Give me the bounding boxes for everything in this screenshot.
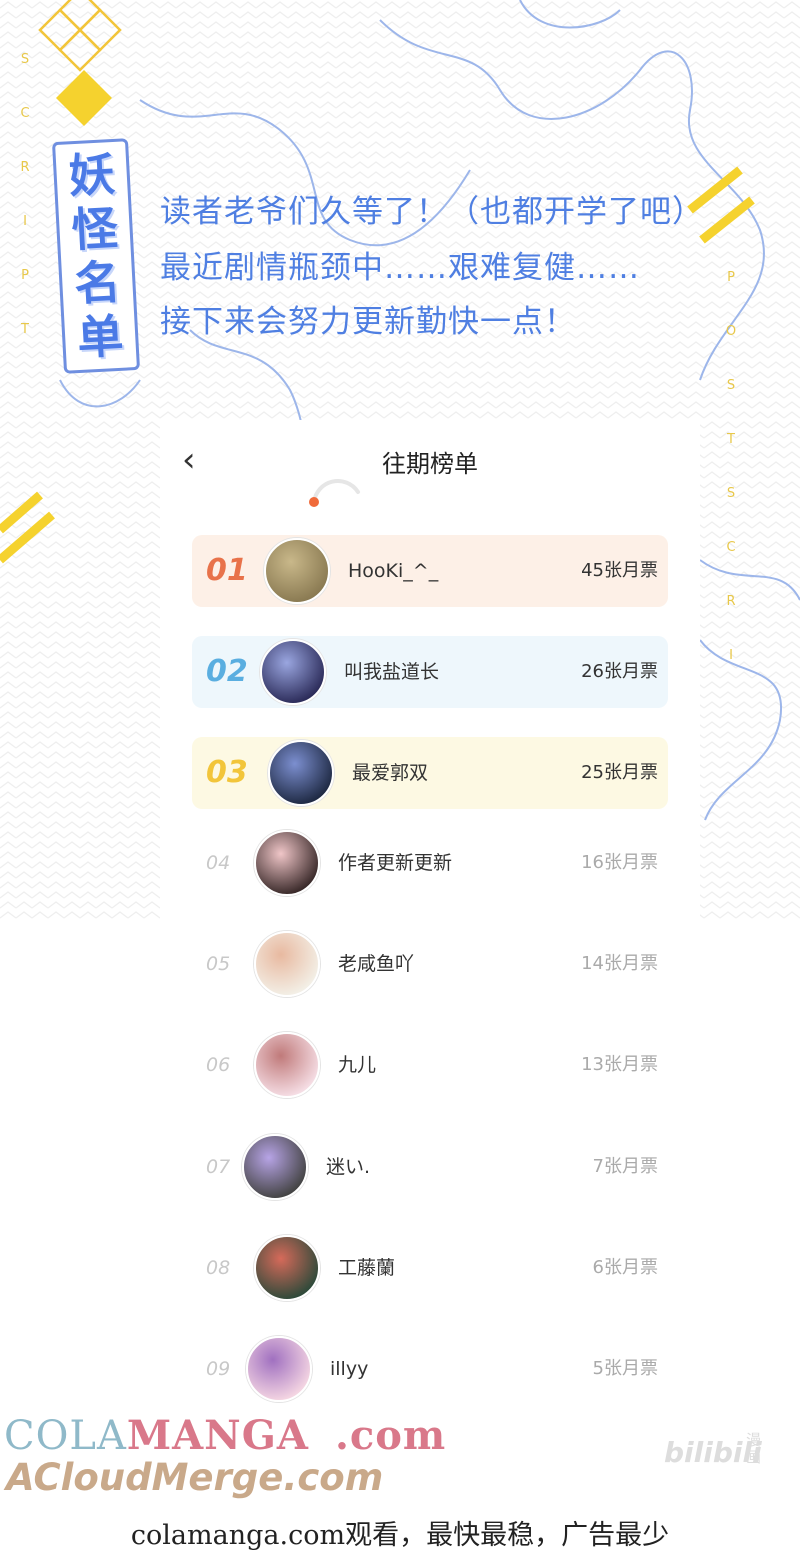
ranking-row[interactable]: 04 作者更新更新 16张月票 (192, 827, 668, 899)
title-badge: 妖 怪 名 单 (51, 138, 141, 374)
avatar[interactable] (254, 1032, 320, 1098)
user-name[interactable]: HooKi_^_ (348, 535, 438, 607)
user-name[interactable]: 最爱郭双 (352, 737, 428, 809)
page-title: 往期榜单 (382, 450, 478, 478)
rank-number: 08 (206, 1257, 231, 1279)
intro-line-1: 读者老爷们久等了！（也都开学了吧） (160, 194, 704, 230)
side-letter: S (20, 52, 32, 67)
vote-count: 25张月票 (581, 762, 658, 783)
side-letter: C (20, 106, 32, 121)
ranking-row[interactable]: 09 illyy 5张月票 (192, 1333, 668, 1405)
user-name[interactable]: 作者更新更新 (338, 827, 452, 899)
rank-number: 06 (206, 1054, 231, 1076)
side-letter: O (725, 324, 739, 339)
watermark-part: MANGA (126, 1412, 309, 1459)
vote-count: 16张月票 (581, 852, 658, 873)
badge-char: 妖 (67, 146, 117, 204)
avatar[interactable] (246, 1336, 312, 1402)
avatar[interactable] (254, 931, 320, 997)
side-letters-left: S C R I P T (16, 52, 36, 376)
rank-number: 04 (206, 852, 231, 874)
loading-spinner-icon (309, 478, 360, 507)
ranking-row[interactable]: 06 九儿 13张月票 (192, 1029, 668, 1101)
avatar[interactable] (242, 1134, 308, 1200)
vote-count: 14张月票 (581, 953, 658, 974)
side-letter: I (729, 648, 735, 663)
vote-count: 26张月票 (581, 661, 658, 682)
side-letter: R (20, 160, 32, 175)
badge-char: 单 (75, 308, 125, 366)
side-letter: P (727, 270, 737, 285)
vote-count: 13张月票 (581, 1054, 658, 1075)
footer-text: colamanga.com观看，最快最稳，广告最少 (130, 1520, 670, 1551)
rank-number: 09 (206, 1358, 231, 1380)
ranking-row[interactable]: 03 最爱郭双 25张月票 (192, 737, 668, 809)
watermark-manhua: 漫画 (746, 1431, 762, 1466)
side-letter: C (726, 540, 738, 555)
ranking-row[interactable]: 07 迷い. 7张月票 (192, 1131, 668, 1203)
intro-line-3: 接下来会努力更新勤快一点！ (160, 304, 576, 340)
badge-char: 名 (73, 254, 122, 312)
intro-line-2: 最近剧情瓶颈中……艰难复健…… (160, 250, 640, 286)
user-name[interactable]: illyy (330, 1333, 368, 1405)
watermark-part: COLA (4, 1413, 127, 1459)
watermark-acloudmerge: ACloudMerge.com (6, 1456, 384, 1499)
ranking-row[interactable]: 08 工藤蘭 6张月票 (192, 1232, 668, 1304)
avatar[interactable] (254, 830, 320, 896)
ranking-row[interactable]: 05 老咸鱼吖 14张月票 (192, 928, 668, 1000)
side-letter: P (21, 268, 31, 283)
rank-number: 02 (206, 654, 248, 689)
side-letters-right: P O S T S C R I (722, 270, 742, 702)
side-letter: S (726, 486, 738, 501)
rank-number: 07 (206, 1156, 231, 1178)
user-name[interactable]: 迷い. (326, 1131, 370, 1203)
avatar[interactable] (268, 740, 334, 806)
rank-number: 05 (206, 953, 231, 975)
vote-count: 45张月票 (581, 560, 658, 581)
side-letter: T (21, 322, 31, 337)
ranking-row[interactable]: 02 叫我盐道长 26张月票 (192, 636, 668, 708)
side-letter: I (23, 214, 29, 229)
side-letter: S (726, 378, 738, 393)
vote-count: 5张月票 (592, 1358, 658, 1379)
side-letter: T (727, 432, 737, 447)
avatar[interactable] (264, 538, 330, 604)
vote-count: 7张月票 (592, 1156, 658, 1177)
rank-number: 03 (206, 755, 248, 790)
user-name[interactable]: 叫我盐道长 (344, 636, 439, 708)
side-letter: R (726, 594, 738, 609)
user-name[interactable]: 工藤蘭 (338, 1232, 395, 1304)
avatar[interactable] (254, 1235, 320, 1301)
rank-number: 01 (206, 553, 248, 588)
avatar[interactable] (260, 639, 326, 705)
badge-char: 怪 (70, 200, 119, 258)
user-name[interactable]: 老咸鱼吖 (338, 928, 414, 1000)
user-name[interactable]: 九儿 (338, 1029, 376, 1101)
vote-count: 6张月票 (592, 1257, 658, 1278)
watermark-colamanga: COLAMANGA .com (4, 1412, 446, 1459)
ranking-row[interactable]: 01 HooKi_^_ 45张月票 (192, 535, 668, 607)
watermark-part: .com (334, 1412, 447, 1459)
ranking-card: ‹ 往期榜单 01 HooKi_^_ 45张月票 02 叫我盐道长 26张月票 03 最爱郭双… (160, 420, 700, 1440)
